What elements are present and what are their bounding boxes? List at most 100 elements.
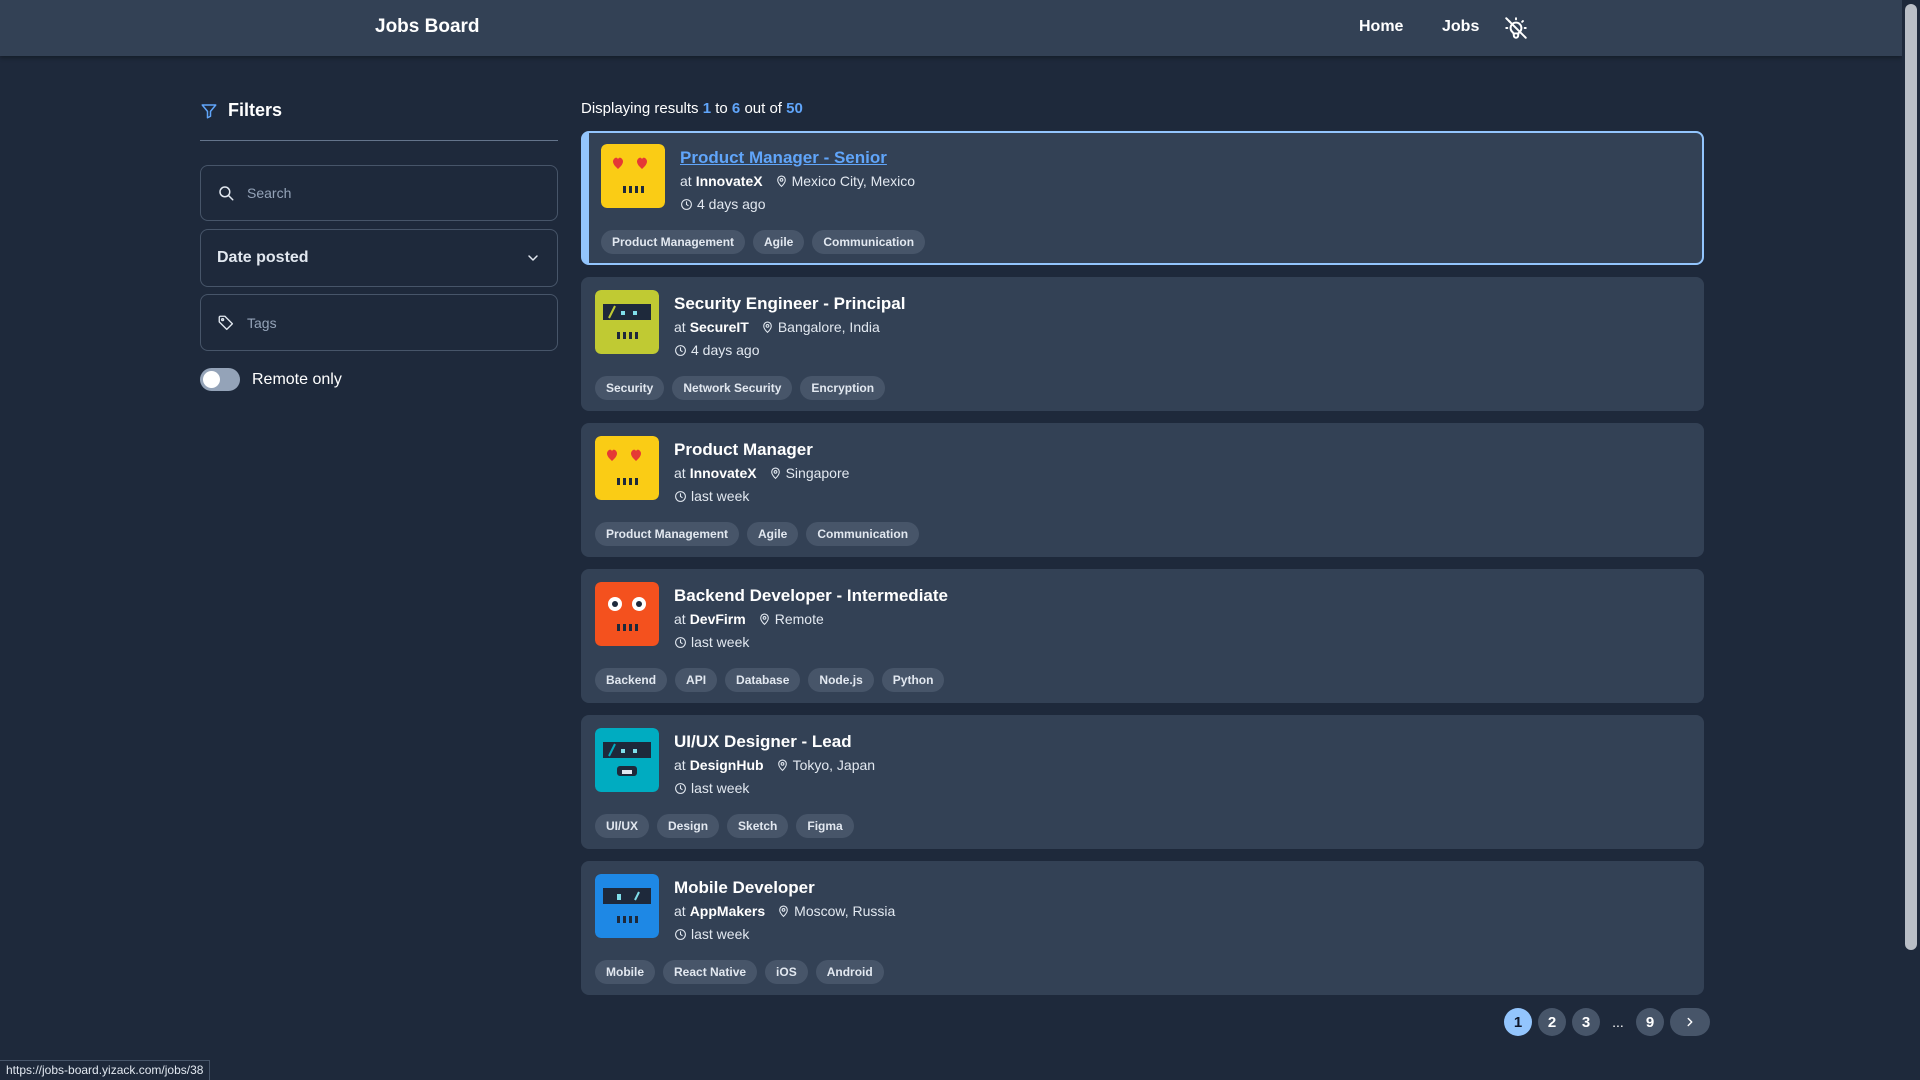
results-to-word: to bbox=[715, 100, 728, 117]
chevron-right-icon bbox=[1687, 1017, 1693, 1027]
job-at: at bbox=[674, 465, 686, 481]
job-tag[interactable]: Mobile bbox=[595, 960, 655, 984]
job-tag[interactable]: Python bbox=[881, 668, 945, 692]
job-card[interactable]: Backend Developer - Intermediate at DevF… bbox=[581, 569, 1704, 703]
job-card[interactable]: UI/UX Designer - Lead at DesignHub Tokyo… bbox=[581, 715, 1704, 849]
job-tags: Product Management Agile Communication bbox=[595, 522, 920, 546]
job-posted-row: last week bbox=[674, 778, 875, 798]
chevron-down-icon bbox=[528, 255, 538, 261]
job-info: Backend Developer - Intermediate at DevF… bbox=[674, 585, 948, 652]
job-tag[interactable]: Product Management bbox=[595, 522, 740, 546]
page-ellipsis: ... bbox=[1612, 1014, 1624, 1030]
job-tag[interactable]: Encryption bbox=[800, 376, 886, 400]
page-button-last[interactable]: 9 bbox=[1636, 1008, 1664, 1036]
job-tag[interactable]: API bbox=[675, 668, 718, 692]
search-input[interactable] bbox=[247, 185, 527, 201]
job-tag[interactable]: Security bbox=[595, 376, 665, 400]
job-at: at bbox=[674, 757, 686, 773]
toggle-knob bbox=[203, 371, 220, 388]
job-title-link[interactable]: Backend Developer - Intermediate bbox=[674, 585, 948, 606]
job-card[interactable]: Product Manager - Senior at InnovateX Me… bbox=[581, 131, 1704, 265]
job-title-link[interactable]: Mobile Developer bbox=[674, 877, 895, 898]
job-posted-row: 4 days ago bbox=[680, 194, 915, 214]
job-tag[interactable]: Product Management bbox=[601, 230, 746, 254]
job-location: Moscow, Russia bbox=[794, 903, 896, 919]
job-company-location: at SecureIT Bangalore, India bbox=[674, 317, 905, 337]
page-button-1[interactable]: 1 bbox=[1504, 1008, 1532, 1036]
company-logo-bg bbox=[595, 436, 659, 500]
job-at: at bbox=[680, 173, 692, 189]
job-tag[interactable]: Communication bbox=[812, 230, 926, 254]
results-total: 50 bbox=[786, 100, 803, 117]
results-summary: Displaying results 1 to 6 out of 50 bbox=[581, 100, 803, 117]
job-tag[interactable]: Figma bbox=[796, 814, 854, 838]
job-posted: last week bbox=[691, 780, 750, 796]
job-location: Singapore bbox=[785, 465, 850, 481]
job-card[interactable]: Security Engineer - Principal at SecureI… bbox=[581, 277, 1704, 411]
job-posted: 4 days ago bbox=[697, 196, 766, 212]
company-logo bbox=[601, 144, 665, 208]
job-at: at bbox=[674, 611, 686, 627]
nav-jobs-link[interactable]: Jobs bbox=[1442, 18, 1479, 36]
job-at: at bbox=[674, 319, 686, 335]
job-company: DevFirm bbox=[689, 611, 746, 627]
job-title-link[interactable]: UI/UX Designer - Lead bbox=[674, 731, 875, 752]
company-logo bbox=[595, 290, 659, 354]
clock-icon bbox=[681, 198, 692, 210]
job-tag[interactable]: Network Security bbox=[672, 376, 793, 400]
job-tag[interactable]: React Native bbox=[663, 960, 758, 984]
job-posted-row: last week bbox=[674, 486, 849, 506]
job-card[interactable]: Product Manager at InnovateX Singapore l… bbox=[581, 423, 1704, 557]
job-tag[interactable]: Sketch bbox=[727, 814, 789, 838]
job-tag[interactable]: Android bbox=[815, 960, 884, 984]
location-pin-icon bbox=[770, 467, 780, 479]
theme-toggle-button[interactable] bbox=[1503, 15, 1529, 41]
job-company-location: at InnovateX Mexico City, Mexico bbox=[680, 171, 915, 191]
job-tag[interactable]: Agile bbox=[747, 522, 799, 546]
remote-only-toggle[interactable] bbox=[200, 368, 240, 391]
job-card-content: Security Engineer - Principal at SecureI… bbox=[595, 290, 1690, 411]
job-tags: Mobile React Native iOS Android bbox=[595, 960, 884, 984]
tags-field[interactable] bbox=[200, 294, 558, 351]
next-page-button[interactable] bbox=[1670, 1008, 1710, 1036]
job-company: AppMakers bbox=[689, 903, 766, 919]
job-tag[interactable]: Design bbox=[657, 814, 720, 838]
tags-input[interactable] bbox=[247, 314, 527, 331]
job-info: UI/UX Designer - Lead at DesignHub Tokyo… bbox=[674, 731, 875, 798]
job-company: InnovateX bbox=[689, 465, 757, 481]
job-tag[interactable]: UI/UX bbox=[595, 814, 650, 838]
job-tag[interactable]: Node.js bbox=[808, 668, 874, 692]
job-company-location: at AppMakers Moscow, Russia bbox=[674, 901, 895, 921]
job-posted-row: 4 days ago bbox=[674, 340, 905, 360]
job-tag[interactable]: Communication bbox=[806, 522, 920, 546]
page-button-3[interactable]: 3 bbox=[1572, 1008, 1600, 1036]
filters-title: Filters bbox=[228, 100, 283, 120]
scrollbar-thumb[interactable] bbox=[1905, 4, 1917, 950]
company-logo-bg bbox=[595, 290, 659, 354]
job-title-link[interactable]: Security Engineer - Principal bbox=[674, 293, 905, 314]
job-posted: last week bbox=[691, 634, 750, 650]
search-icon bbox=[219, 186, 234, 201]
company-logo bbox=[595, 728, 659, 792]
light-bulb-off-icon bbox=[1505, 17, 1527, 39]
search-field[interactable] bbox=[200, 165, 558, 221]
job-tag[interactable]: Backend bbox=[595, 668, 668, 692]
job-title-link[interactable]: Product Manager bbox=[674, 439, 849, 460]
nav-home-link[interactable]: Home bbox=[1359, 18, 1403, 36]
job-company-location: at InnovateX Singapore bbox=[674, 463, 849, 483]
results-from: 1 bbox=[702, 100, 712, 117]
page-button-2[interactable]: 2 bbox=[1538, 1008, 1566, 1036]
job-card[interactable]: Mobile Developer at AppMakers Moscow, Ru… bbox=[581, 861, 1704, 995]
filter-icon bbox=[201, 103, 217, 118]
company-logo-bg bbox=[595, 728, 659, 792]
job-tag[interactable]: Database bbox=[725, 668, 801, 692]
job-location: Mexico City, Mexico bbox=[791, 173, 916, 189]
job-company: SecureIT bbox=[689, 319, 749, 335]
job-title-link[interactable]: Product Manager - Senior bbox=[680, 147, 915, 168]
company-logo-bg bbox=[601, 144, 665, 208]
job-tag[interactable]: iOS bbox=[765, 960, 808, 984]
brand-link[interactable]: Jobs Board bbox=[375, 16, 480, 38]
job-tag[interactable]: Agile bbox=[753, 230, 805, 254]
job-info: Product Manager - Senior at InnovateX Me… bbox=[680, 147, 915, 214]
date-posted-select[interactable]: Date posted bbox=[200, 229, 558, 287]
